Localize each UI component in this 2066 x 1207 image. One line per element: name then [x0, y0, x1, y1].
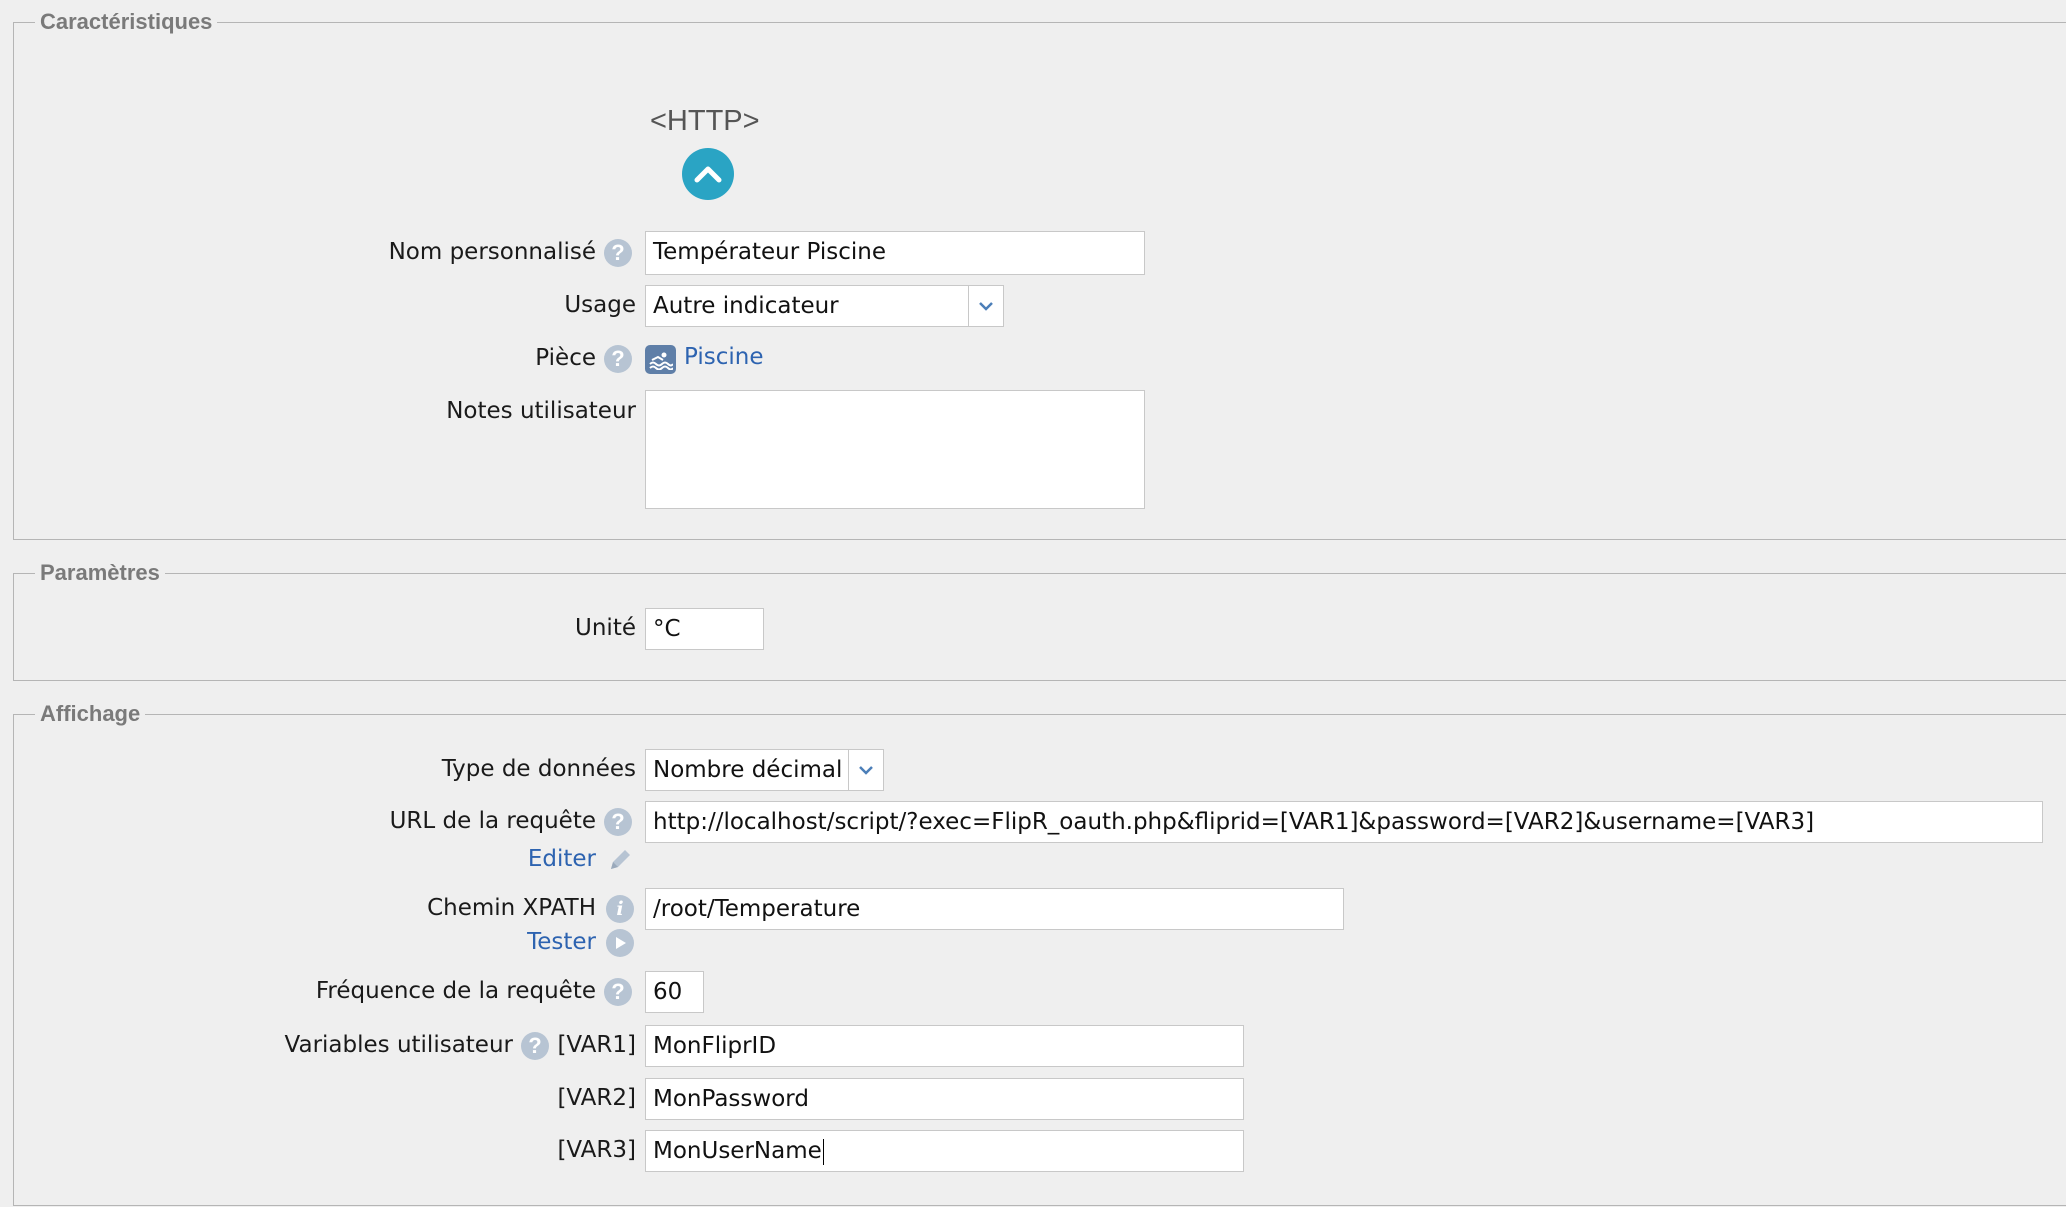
user-notes-label: Notes utilisateur: [446, 398, 636, 424]
parameters-legend: Paramètres: [35, 560, 165, 586]
var1-label: [VAR1]: [557, 1032, 636, 1058]
characteristics-legend: Caractéristiques: [35, 9, 218, 35]
data-type-label: Type de données: [441, 756, 636, 782]
protocol-label: <HTTP>: [650, 105, 760, 137]
var1-input[interactable]: MonFliprID: [645, 1025, 1244, 1067]
unit-label: Unité: [575, 615, 636, 641]
var3-input-value: MonUserName: [653, 1138, 822, 1164]
frequency-input[interactable]: 60: [645, 971, 704, 1013]
data-type-select[interactable]: Nombre décimal: [645, 749, 884, 791]
data-type-dropdown-toggle[interactable]: [848, 750, 883, 790]
pencil-icon[interactable]: [606, 846, 634, 874]
var3-input[interactable]: MonUserName: [645, 1130, 1244, 1172]
var3-label: [VAR3]: [557, 1137, 636, 1163]
xpath-input[interactable]: /root/Temperature: [645, 888, 1344, 930]
chevron-down-icon: [979, 302, 993, 311]
custom-name-help-icon[interactable]: ?: [604, 239, 632, 267]
user-variables-label: Variables utilisateur: [284, 1032, 513, 1058]
var2-input[interactable]: MonPassword: [645, 1078, 1244, 1120]
chevron-down-icon: [859, 766, 873, 775]
test-xpath-link[interactable]: Tester: [527, 927, 596, 957]
var2-label: [VAR2]: [557, 1085, 636, 1111]
request-url-label: URL de la requête: [389, 808, 596, 834]
custom-name-label: Nom personnalisé: [388, 239, 596, 265]
play-icon[interactable]: [606, 929, 634, 957]
request-url-input[interactable]: http://localhost/script/?exec=FlipR_oaut…: [645, 801, 2043, 843]
usage-select[interactable]: Autre indicateur: [645, 285, 1004, 327]
xpath-info-icon[interactable]: i: [606, 895, 634, 923]
pool-icon: [645, 345, 676, 374]
frequency-help-icon[interactable]: ?: [604, 978, 632, 1006]
usage-dropdown-toggle[interactable]: [968, 286, 1003, 326]
data-type-select-value: Nombre décimal: [653, 757, 843, 783]
text-cursor: [822, 1138, 824, 1165]
room-help-icon[interactable]: ?: [604, 345, 632, 373]
user-variables-help-icon[interactable]: ?: [521, 1032, 549, 1060]
frequency-label: Fréquence de la requête: [315, 978, 596, 1004]
usage-label: Usage: [564, 292, 636, 318]
user-notes-textarea[interactable]: [645, 390, 1145, 509]
room-link[interactable]: Piscine: [684, 342, 764, 372]
unit-input[interactable]: °C: [645, 608, 764, 650]
xpath-label: Chemin XPATH: [427, 895, 596, 921]
edit-url-link[interactable]: Editer: [528, 844, 596, 874]
collapse-button[interactable]: [682, 148, 734, 200]
usage-select-value: Autre indicateur: [653, 293, 839, 319]
room-label: Pièce: [535, 345, 596, 371]
parameters-fieldset: Paramètres: [13, 560, 2066, 681]
custom-name-input[interactable]: Températeur Piscine: [645, 231, 1145, 275]
display-legend: Affichage: [35, 701, 146, 727]
request-url-help-icon[interactable]: ?: [604, 808, 632, 836]
chevron-up-icon: [694, 166, 722, 183]
